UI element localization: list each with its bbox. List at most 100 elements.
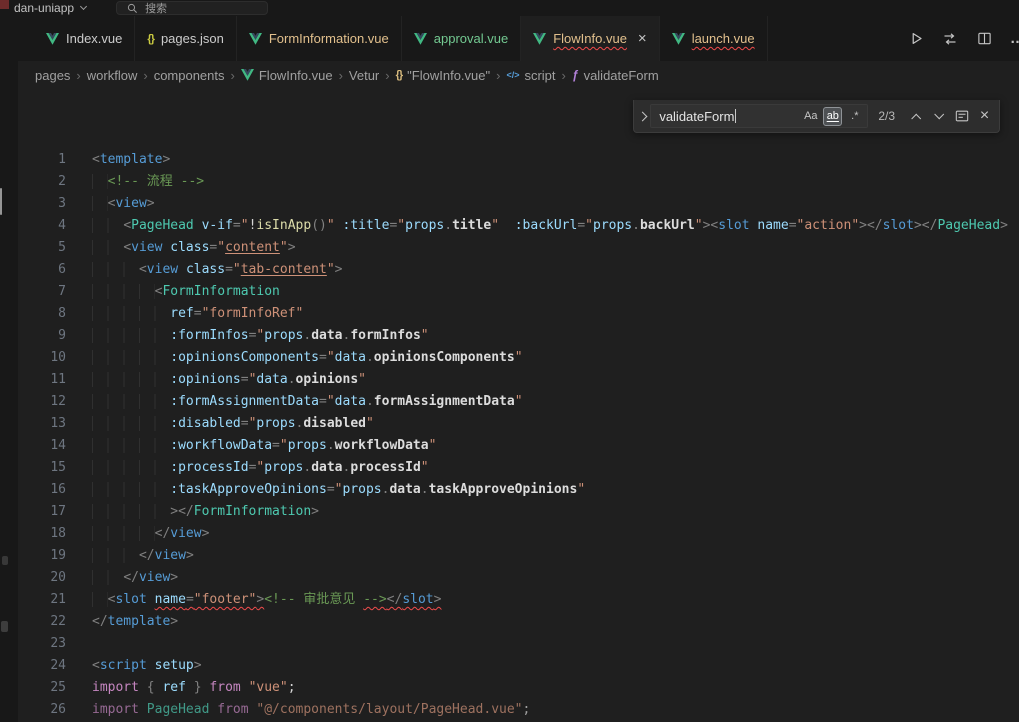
breadcrumb-item-components[interactable]: components [154, 68, 225, 83]
line-number[interactable]: 14 [18, 435, 66, 457]
code-text: :formAssignmentData="data.formAssignment… [66, 391, 523, 413]
code-line-12[interactable]: 12 :formAssignmentData="data.formAssignm… [18, 391, 1019, 413]
code-line-2[interactable]: 2 <!-- 流程 --> [18, 171, 1019, 193]
breadcrumb-item-vetur[interactable]: Vetur [349, 68, 379, 83]
breadcrumb-item-script[interactable]: </>script [506, 68, 555, 83]
match-case-toggle[interactable]: Aa [801, 107, 820, 126]
breadcrumb-separator-icon: › [562, 68, 566, 83]
code-line-8[interactable]: 8 ref="formInfoRef" [18, 303, 1019, 325]
tab-bar: Index.vue{}pages.jsonFormInformation.vue… [18, 16, 1019, 61]
line-number[interactable]: 9 [18, 325, 66, 347]
code-line-13[interactable]: 13 :disabled="props.disabled" [18, 413, 1019, 435]
close-tab-icon[interactable]: × [638, 31, 647, 46]
code-line-9[interactable]: 9 :formInfos="props.data.formInfos" [18, 325, 1019, 347]
close-find-widget-button[interactable]: × [974, 106, 995, 127]
breadcrumb-item-validateform[interactable]: ƒvalidateForm [572, 68, 659, 83]
more-actions-button[interactable]: … [1009, 30, 1019, 48]
code-line-17[interactable]: 17 ></FormInformation> [18, 501, 1019, 523]
code-line-23[interactable]: 23 [18, 633, 1019, 655]
breadcrumb-item--flowinfo-vue-[interactable]: {}"FlowInfo.vue" [396, 68, 491, 83]
code-line-24[interactable]: 24<script setup> [18, 655, 1019, 677]
code-line-7[interactable]: 7 <FormInformation [18, 281, 1019, 303]
line-number[interactable]: 25 [18, 677, 66, 699]
braces-icon: {} [396, 69, 403, 81]
chevron-up-icon [911, 113, 921, 123]
code-line-4[interactable]: 4 <PageHead v-if="!isInApp()" :title="pr… [18, 215, 1019, 237]
run-button[interactable] [907, 30, 925, 48]
symbol-script-icon: </> [506, 70, 519, 80]
code-text: :processId="props.data.processId" [66, 457, 429, 479]
line-number[interactable]: 13 [18, 413, 66, 435]
split-editor-button[interactable] [975, 30, 993, 48]
tab-flowinfo-vue[interactable]: FlowInfo.vue× [521, 16, 659, 61]
line-number[interactable]: 21 [18, 589, 66, 611]
code-line-16[interactable]: 16 :taskApproveOpinions="props.data.task… [18, 479, 1019, 501]
breadcrumb-item-workflow[interactable]: workflow [87, 68, 138, 83]
code-line-3[interactable]: 3 <view> [18, 193, 1019, 215]
find-previous-button[interactable] [905, 106, 926, 127]
code-text: </template> [66, 611, 178, 633]
code-text: <template> [66, 149, 170, 171]
code-line-21[interactable]: 21 <slot name="footer"><!-- 审批意见 --></sl… [18, 589, 1019, 611]
line-number[interactable]: 10 [18, 347, 66, 369]
line-number[interactable]: 17 [18, 501, 66, 523]
toggle-replace-chevron[interactable] [634, 100, 650, 132]
code-line-18[interactable]: 18 </view> [18, 523, 1019, 545]
regex-toggle[interactable]: .* [845, 107, 864, 126]
code-line-1[interactable]: 1<template> [18, 149, 1019, 171]
selection-icon [955, 109, 969, 123]
breadcrumb-item-flowinfo-vue[interactable]: FlowInfo.vue [241, 68, 333, 83]
tab-index-vue[interactable]: Index.vue [34, 16, 135, 61]
code-line-6[interactable]: 6 <view class="tab-content"> [18, 259, 1019, 281]
code-line-5[interactable]: 5 <view class="content"> [18, 237, 1019, 259]
line-number[interactable]: 22 [18, 611, 66, 633]
open-changes-button[interactable] [941, 30, 959, 48]
breadcrumb-item-pages[interactable]: pages [35, 68, 70, 83]
line-number[interactable]: 24 [18, 655, 66, 677]
tab-launch-vue[interactable]: launch.vue [660, 16, 768, 61]
code-line-15[interactable]: 15 :processId="props.data.processId" [18, 457, 1019, 479]
code-line-26[interactable]: 26import PageHead from "@/components/lay… [18, 699, 1019, 721]
line-number[interactable]: 6 [18, 259, 66, 281]
line-number[interactable]: 12 [18, 391, 66, 413]
tab-pages-json[interactable]: {}pages.json [135, 16, 236, 61]
find-next-button[interactable] [928, 106, 949, 127]
line-number[interactable]: 8 [18, 303, 66, 325]
line-number[interactable]: 19 [18, 545, 66, 567]
line-number[interactable]: 2 [18, 171, 66, 193]
code-line-19[interactable]: 19 </view> [18, 545, 1019, 567]
tab-approval-vue[interactable]: approval.vue [402, 16, 521, 61]
line-number[interactable]: 3 [18, 193, 66, 215]
line-number[interactable]: 20 [18, 567, 66, 589]
line-number[interactable]: 23 [18, 633, 66, 655]
line-number[interactable]: 26 [18, 699, 66, 721]
line-number[interactable]: 15 [18, 457, 66, 479]
line-number[interactable]: 11 [18, 369, 66, 391]
line-number[interactable]: 5 [18, 237, 66, 259]
tab-forminformation-vue[interactable]: FormInformation.vue [237, 16, 402, 61]
code-line-25[interactable]: 25import { ref } from "vue"; [18, 677, 1019, 699]
search-icon [127, 3, 138, 14]
line-number[interactable]: 16 [18, 479, 66, 501]
whole-word-toggle[interactable]: ab [823, 107, 842, 126]
breadcrumb-label: FlowInfo.vue [259, 68, 333, 83]
vue-file-icon [533, 33, 546, 45]
code-line-11[interactable]: 11 :opinions="data.opinions" [18, 369, 1019, 391]
find-in-selection-button[interactable] [951, 106, 972, 127]
line-number[interactable]: 1 [18, 149, 66, 171]
line-number[interactable]: 7 [18, 281, 66, 303]
code-line-20[interactable]: 20 </view> [18, 567, 1019, 589]
line-number[interactable]: 4 [18, 215, 66, 237]
code-line-14[interactable]: 14 :workflowData="props.workflowData" [18, 435, 1019, 457]
workspace-selector[interactable]: dan-uniapp [14, 1, 86, 15]
command-center-search[interactable]: 搜索 [116, 1, 268, 15]
code-editor[interactable]: validateForm Aa ab .* 2/3 [18, 89, 1019, 722]
code-text: ref="formInfoRef" [66, 303, 303, 325]
line-number[interactable]: 18 [18, 523, 66, 545]
find-input[interactable]: validateForm Aa ab .* [650, 104, 868, 128]
vue-file-icon [46, 33, 59, 45]
app-logo [0, 0, 9, 9]
breadcrumb-label: pages [35, 68, 70, 83]
code-line-22[interactable]: 22</template> [18, 611, 1019, 633]
code-line-10[interactable]: 10 :opinionsComponents="data.opinionsCom… [18, 347, 1019, 369]
